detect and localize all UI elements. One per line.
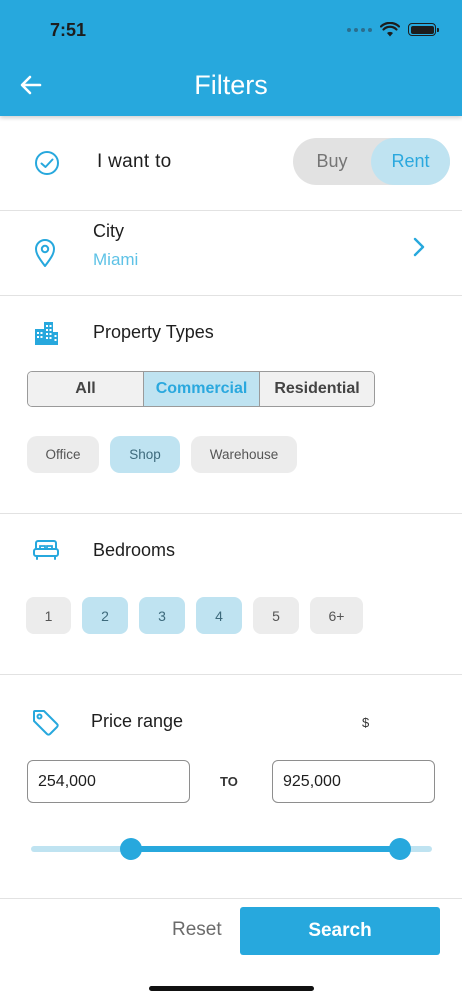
check-circle-icon bbox=[34, 150, 60, 176]
toggle-buy[interactable]: Buy bbox=[293, 138, 371, 185]
wifi-icon bbox=[380, 22, 400, 37]
property-category-segmented: All Commercial Residential bbox=[27, 371, 375, 407]
home-indicator bbox=[149, 986, 314, 991]
subtype-office[interactable]: Office bbox=[27, 436, 99, 473]
price-min-input[interactable]: 254,000 bbox=[27, 760, 190, 803]
price-max-input[interactable]: 925,000 bbox=[272, 760, 435, 803]
bedroom-option-5[interactable]: 5 bbox=[253, 597, 299, 634]
filter-actions: Reset Search bbox=[0, 899, 462, 1000]
bedroom-option-3[interactable]: 3 bbox=[139, 597, 185, 634]
property-types-section: Property Types All Commercial Residentia… bbox=[0, 296, 462, 514]
subtype-shop[interactable]: Shop bbox=[110, 436, 180, 473]
city-value: Miami bbox=[93, 250, 139, 269]
status-time: 7:51 bbox=[50, 20, 87, 40]
price-range-slider[interactable] bbox=[31, 837, 432, 861]
category-all[interactable]: All bbox=[28, 372, 143, 406]
intent-label: I want to bbox=[97, 151, 172, 172]
search-button[interactable]: Search bbox=[240, 907, 440, 955]
bedroom-option-1[interactable]: 1 bbox=[26, 597, 71, 634]
bedroom-option-4[interactable]: 4 bbox=[196, 597, 242, 634]
signal-icon bbox=[347, 27, 372, 32]
bedroom-options: 1 2 3 4 5 6+ bbox=[26, 597, 363, 634]
buildings-icon bbox=[33, 320, 59, 346]
property-subtype-chips: Office Shop Warehouse bbox=[27, 436, 297, 473]
bed-icon bbox=[32, 539, 60, 561]
city-row[interactable]: City Miami bbox=[0, 211, 462, 296]
price-range-label: Price range bbox=[91, 711, 184, 731]
toggle-rent[interactable]: Rent bbox=[371, 138, 450, 185]
slider-track-fill bbox=[131, 846, 400, 852]
currency-symbol: $ bbox=[362, 715, 370, 730]
category-commercial[interactable]: Commercial bbox=[143, 372, 259, 406]
location-pin-icon bbox=[33, 238, 57, 268]
bedroom-option-2[interactable]: 2 bbox=[82, 597, 128, 634]
intent-section: I want to Buy Rent bbox=[0, 116, 462, 211]
slider-min-handle[interactable] bbox=[120, 838, 142, 860]
status-icons bbox=[347, 22, 439, 37]
buy-rent-toggle[interactable]: Buy Rent bbox=[293, 138, 450, 185]
property-types-label: Property Types bbox=[93, 322, 214, 342]
page-title: Filters bbox=[194, 70, 268, 100]
price-range-section: Price range $ 254,000 TO 925,000 bbox=[0, 675, 462, 899]
reset-button[interactable]: Reset bbox=[172, 919, 222, 941]
price-tag-icon bbox=[31, 708, 61, 738]
price-to-label: TO bbox=[220, 774, 238, 789]
chevron-right-icon[interactable] bbox=[412, 237, 426, 257]
app-header: 7:51 Filters bbox=[0, 0, 462, 116]
category-residential[interactable]: Residential bbox=[259, 372, 374, 406]
subtype-warehouse[interactable]: Warehouse bbox=[191, 436, 297, 473]
slider-max-handle[interactable] bbox=[389, 838, 411, 860]
bedrooms-section: Bedrooms 1 2 3 4 5 6+ bbox=[0, 514, 462, 675]
bedroom-option-6-plus[interactable]: 6+ bbox=[310, 597, 363, 634]
city-label: City bbox=[93, 221, 124, 241]
battery-icon bbox=[408, 23, 439, 36]
bedrooms-label: Bedrooms bbox=[93, 540, 176, 560]
